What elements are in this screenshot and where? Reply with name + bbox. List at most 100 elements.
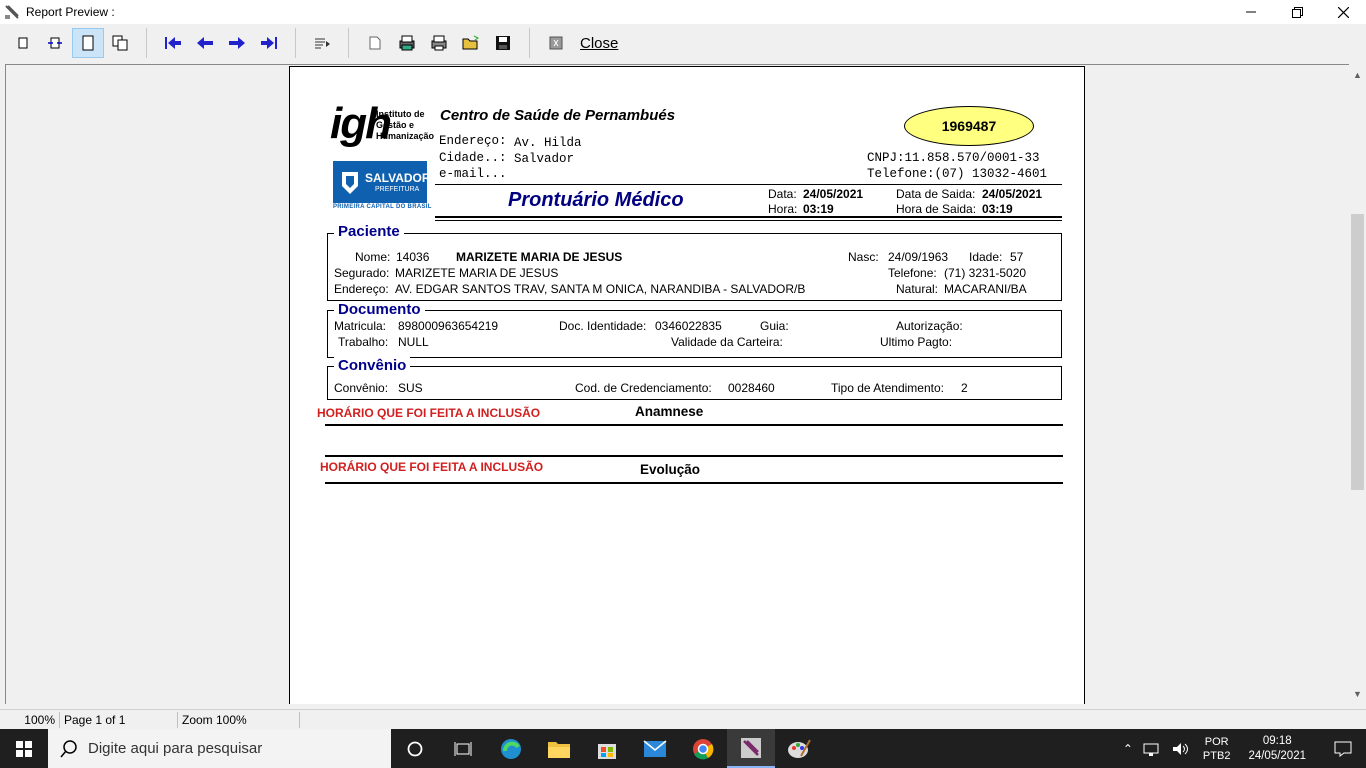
status-bar: 100% Page 1 of 1 Zoom 100%: [0, 709, 1366, 729]
report-app-button[interactable]: [727, 729, 775, 768]
page-width-icon: [48, 37, 62, 49]
app-icon: [5, 5, 19, 19]
start-button[interactable]: [0, 729, 48, 768]
cnpj: CNPJ:11.858.570/0001-33: [867, 151, 1040, 165]
goto-page-button[interactable]: [306, 28, 338, 58]
notification-icon[interactable]: [1320, 739, 1366, 759]
city-label: Cidade..:: [439, 151, 507, 165]
export-button[interactable]: [540, 28, 572, 58]
full-page-icon: [82, 35, 94, 51]
network-icon[interactable]: [1143, 741, 1163, 757]
last-page-icon: [261, 37, 277, 49]
status-zoom-pct: 100%: [0, 711, 60, 728]
restore-button[interactable]: [1274, 0, 1320, 24]
printer-icon: [431, 35, 447, 51]
credential-code: 0028460: [728, 381, 775, 395]
record-number-badge: 1969487: [904, 106, 1034, 146]
cortana-icon: [407, 741, 423, 756]
document-section: [327, 310, 1062, 358]
chrome-icon: [693, 738, 714, 759]
inclusion-time-annotation-2: HORÁRIO QUE FOI FEITA A INCLUSÃO: [320, 460, 544, 474]
chrome-button[interactable]: [679, 729, 727, 768]
single-page-button[interactable]: [8, 28, 40, 58]
status-zoom: Zoom 100%: [178, 711, 300, 728]
export-icon: [549, 36, 563, 50]
file-explorer-button[interactable]: [535, 729, 583, 768]
first-page-icon: [165, 37, 181, 49]
store-button[interactable]: [583, 729, 631, 768]
id-document: 0346022835: [655, 319, 722, 333]
patient-age: 57: [1010, 250, 1024, 264]
anamnese-heading: Anamnese: [635, 404, 704, 419]
status-page: Page 1 of 1: [60, 711, 178, 728]
new-document-button[interactable]: [359, 28, 391, 58]
last-page-button[interactable]: [253, 28, 285, 58]
vertical-scrollbar[interactable]: ▲ ▼: [1349, 64, 1366, 704]
print-setup-button[interactable]: [391, 28, 423, 58]
clock-date: 24/05/2021: [1248, 749, 1306, 762]
agreement-section-title: Convênio: [334, 357, 411, 374]
printer-setup-icon: [399, 35, 415, 51]
edge-button[interactable]: [487, 729, 535, 768]
exit-time: 03:19: [982, 202, 1013, 216]
paint-icon: [788, 739, 811, 758]
page-width-button[interactable]: [40, 28, 72, 58]
open-folder-icon: [462, 35, 479, 50]
next-page-button[interactable]: [221, 28, 253, 58]
cortana-button[interactable]: [391, 729, 439, 768]
patient-phone: (71) 3231-5020: [944, 266, 1027, 280]
igh-logo: igh Instituto de Gestão e Humanização: [330, 99, 435, 148]
edge-icon: [501, 738, 521, 759]
patient-id: 14036: [396, 250, 430, 264]
save-button[interactable]: [487, 28, 519, 58]
multi-page-icon: [112, 35, 128, 51]
preview-area[interactable]: igh Instituto de Gestão e Humanização SA…: [5, 64, 1349, 704]
record-number: 1969487: [941, 118, 997, 134]
title-bar: Report Preview :: [0, 0, 1366, 24]
search-placeholder: Digite aqui para pesquisar: [88, 740, 263, 757]
tray-chevron-icon[interactable]: ⌃: [1117, 742, 1139, 756]
language-indicator[interactable]: POR PTB2: [1203, 735, 1231, 763]
multi-page-button[interactable]: [104, 28, 136, 58]
taskbar: Digite aqui para pesquisar ⌃ POR PTB2 09…: [0, 729, 1366, 768]
volume-icon[interactable]: [1171, 741, 1191, 757]
document-icon: [369, 36, 381, 50]
city-value: Salvador: [514, 152, 575, 166]
scroll-up-icon[interactable]: ▲: [1349, 66, 1366, 83]
report-app-icon: [741, 737, 761, 758]
entry-time: 03:19: [803, 202, 834, 216]
address-label: Endereço:: [439, 134, 507, 148]
minimize-button[interactable]: [1228, 0, 1274, 24]
exit-date: 24/05/2021: [982, 187, 1043, 201]
next-page-icon: [229, 37, 245, 49]
scroll-thumb[interactable]: [1351, 214, 1364, 490]
taskbar-search[interactable]: Digite aqui para pesquisar: [48, 729, 391, 768]
evolution-heading: Evolução: [640, 462, 701, 477]
patient-address: AV. EDGAR SANTOS TRAV, SANTA M ONICA, NA…: [395, 282, 806, 296]
previous-page-button[interactable]: [189, 28, 221, 58]
unit-name: Centro de Saúde de Pernambués: [440, 107, 676, 124]
clock[interactable]: 09:18 24/05/2021: [1248, 734, 1306, 764]
task-view-icon: [454, 741, 472, 756]
store-icon: [598, 743, 616, 759]
mail-icon: [643, 739, 667, 757]
full-page-button[interactable]: [72, 28, 104, 58]
search-icon: [60, 739, 77, 757]
open-button[interactable]: [455, 28, 487, 58]
city-crest-icon: [342, 172, 358, 194]
email-label: e-mail...: [439, 167, 507, 181]
paint-button[interactable]: [775, 729, 823, 768]
print-button[interactable]: [423, 28, 455, 58]
enrollment-number: 898000963654219: [398, 319, 499, 333]
task-view-button[interactable]: [439, 729, 487, 768]
single-page-icon: [18, 37, 28, 49]
close-window-button[interactable]: [1320, 0, 1366, 24]
agreement-value: SUS: [398, 381, 423, 395]
care-type: 2: [961, 381, 968, 395]
address-value: Av. Hilda: [514, 136, 582, 150]
first-page-button[interactable]: [157, 28, 189, 58]
close-button[interactable]: Close: [580, 35, 618, 52]
patient-natural: MACARANI/BA: [944, 282, 1027, 296]
mail-button[interactable]: [631, 729, 679, 768]
scroll-down-icon[interactable]: ▼: [1349, 685, 1366, 702]
